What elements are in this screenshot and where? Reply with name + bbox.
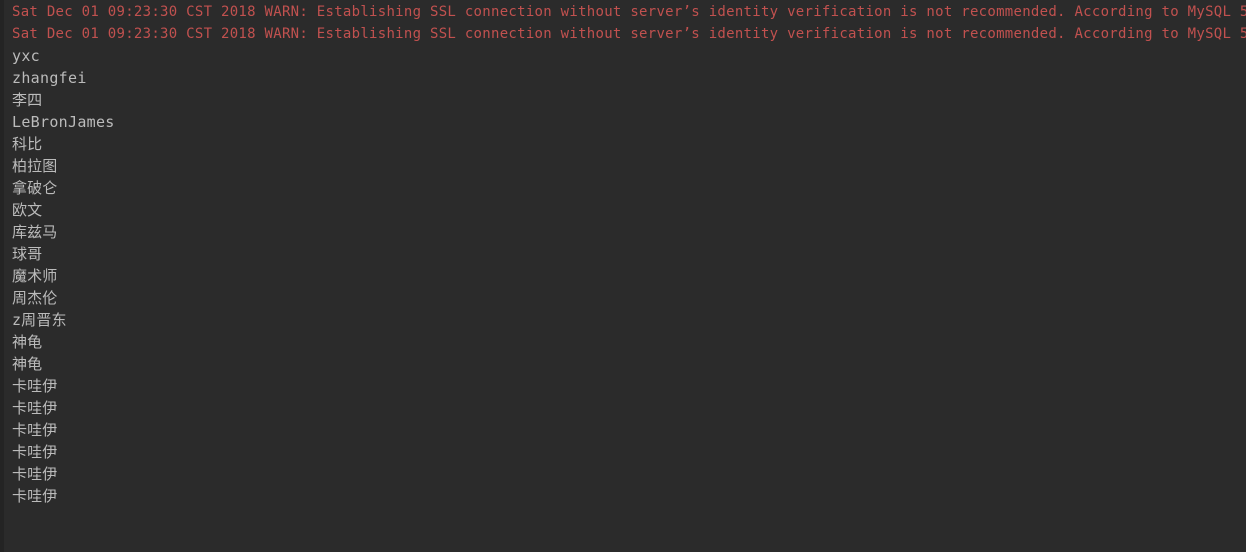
console-warning-line: Sat Dec 01 09:23:30 CST 2018 WARN: Estab… (12, 4, 1246, 20)
console-output-line: 卡哇伊 (12, 487, 58, 505)
console-output-line: 神龟 (12, 355, 43, 373)
console-output-line: 拿破仑 (12, 179, 58, 197)
console-output-line: 卡哇伊 (12, 399, 58, 417)
console-output-line: 周杰伦 (12, 289, 58, 307)
console-output-line: 柏拉图 (12, 157, 58, 175)
console-output-line: 魔术师 (12, 267, 58, 285)
console-output-line: 欧文 (12, 201, 43, 219)
console-output-line: zhangfei (12, 69, 87, 87)
console-output-line: 卡哇伊 (12, 465, 58, 483)
console-output-line: 卡哇伊 (12, 421, 58, 439)
console-output-line: 李四 (12, 91, 43, 109)
console-output-line: 神龟 (12, 333, 43, 351)
console-line-list: Sat Dec 01 09:23:30 CST 2018 WARN: Estab… (0, 0, 1246, 507)
console-output-line: 卡哇伊 (12, 443, 58, 461)
console-warning-line: Sat Dec 01 09:23:30 CST 2018 WARN: Estab… (12, 26, 1246, 42)
console-output-line: LeBronJames (12, 113, 115, 131)
console-output-line: z周晋东 (12, 311, 67, 329)
console-output-line: yxc (12, 47, 40, 65)
console-output-line: 科比 (12, 135, 43, 153)
console-output-line: 球哥 (12, 245, 43, 263)
console-output-line: 卡哇伊 (12, 377, 58, 395)
console-output-line: 库兹马 (12, 223, 58, 241)
console-output-panel[interactable]: Sat Dec 01 09:23:30 CST 2018 WARN: Estab… (0, 0, 1246, 552)
